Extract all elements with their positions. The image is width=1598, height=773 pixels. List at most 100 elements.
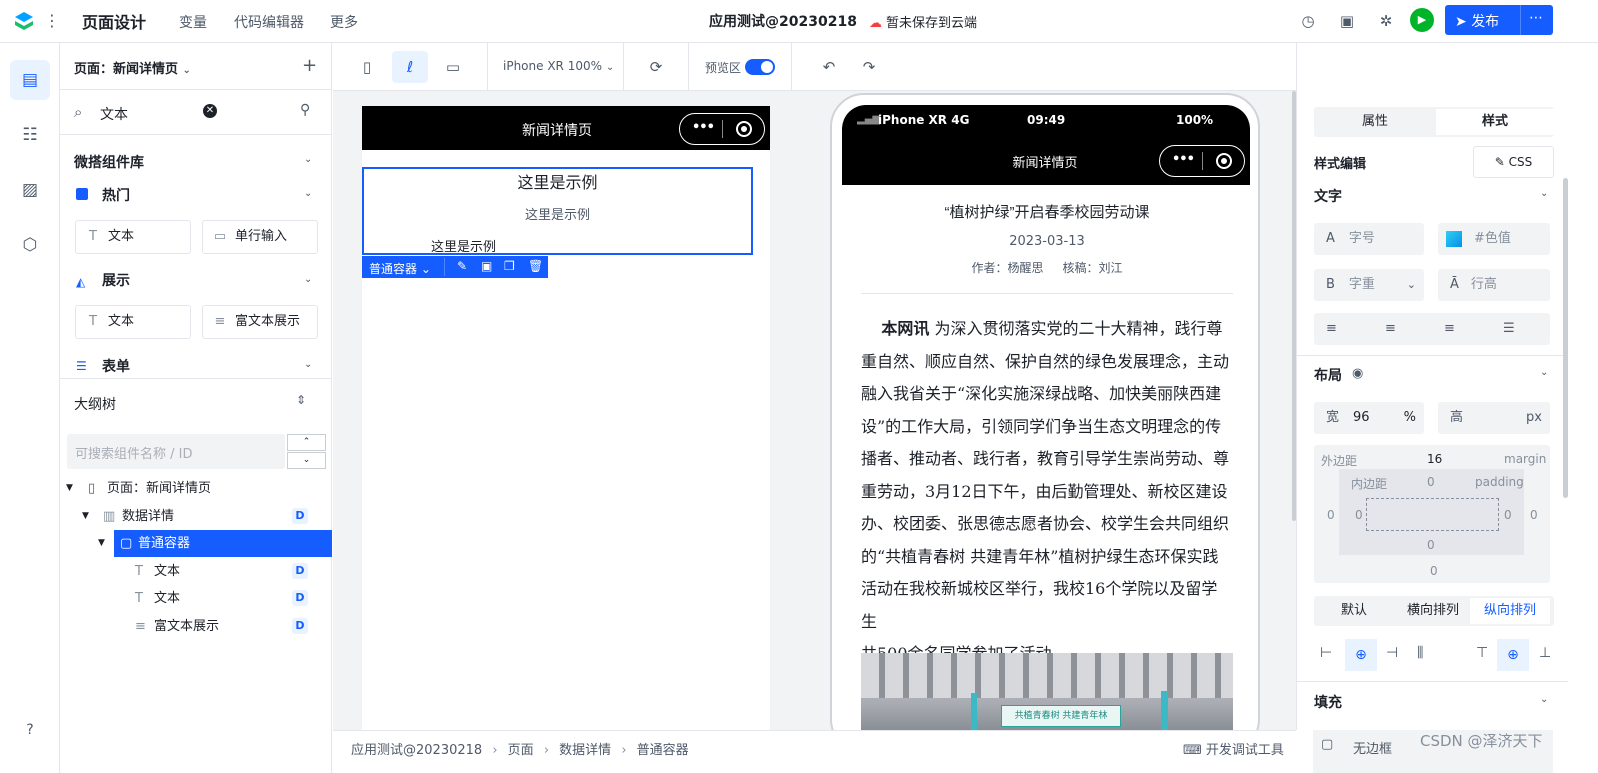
text-section-title[interactable]: 文字 [1314, 186, 1342, 206]
align-center-icon[interactable]: ≡ [1385, 313, 1396, 345]
section-display[interactable]: 展示 [102, 270, 130, 290]
breadcrumb-data-detail[interactable]: 数据详情 [559, 743, 611, 758]
breadcrumb-app[interactable]: 应用测试@20230218 [351, 743, 482, 758]
more-menu-icon[interactable]: ⋮ [44, 11, 60, 31]
breadcrumb-page[interactable]: 页面 [508, 743, 534, 758]
image-icon[interactable]: ▨ [10, 170, 50, 210]
prev-match-icon[interactable]: ⌃ [287, 434, 326, 451]
debug-bug-icon[interactable]: ✲ [1375, 10, 1397, 32]
run-preview-button[interactable]: ▶ [1410, 8, 1434, 32]
align-end-icon[interactable]: ⊣ [1386, 645, 1398, 661]
library-title[interactable]: 微搭组件库 [74, 152, 144, 172]
database-icon[interactable]: ☷ [10, 115, 50, 155]
font-weight-select[interactable]: B 字重 ⌄ [1314, 269, 1424, 301]
tree-node-data-detail[interactable]: ▼ ▥ 数据详情 D [60, 503, 332, 530]
fill-section-title[interactable]: 填充 [1314, 692, 1342, 712]
layout-section-title[interactable]: 布局 [1314, 365, 1342, 385]
font-size-field[interactable]: A 字号 [1314, 223, 1424, 255]
color-swatch[interactable] [1446, 230, 1462, 247]
tree-node-container[interactable]: ▢ 普通容器 [114, 530, 332, 557]
eye-icon[interactable]: ◉ [1352, 366, 1363, 381]
publish-more-icon[interactable]: ⋯ [1529, 10, 1543, 26]
width-field[interactable]: 宽 96% [1314, 402, 1424, 434]
align-left-icon[interactable]: ≡ [1326, 313, 1337, 345]
padding-top-value[interactable]: 0 [1427, 475, 1435, 489]
mobile-view-icon[interactable]: ▯ [349, 51, 385, 83]
layout-chevron-icon[interactable]: ⌄ [1540, 367, 1548, 378]
tree-node-text-2[interactable]: T 文本 D [60, 585, 332, 612]
page-select[interactable]: 页面：新闻详情页 ⌄ [74, 58, 191, 77]
tab-properties[interactable]: 属性 [1316, 109, 1434, 135]
component-richtext[interactable]: ≡ 富文本展示 [202, 305, 318, 339]
component-text[interactable]: T 文本 [75, 220, 191, 254]
tab-style[interactable]: 样式 [1436, 109, 1554, 135]
next-match-icon[interactable]: ⌄ [287, 452, 326, 469]
save-component-icon[interactable]: ▣ [481, 259, 492, 273]
align-right-icon[interactable]: ≡ [1444, 313, 1455, 345]
tree-node-richtext[interactable]: ≡ 富文本展示 D [60, 613, 332, 640]
height-field[interactable]: 高 px [1438, 402, 1550, 434]
hot-chevron-icon[interactable]: ⌄ [304, 188, 312, 199]
justify-end-icon[interactable]: ⊥ [1539, 645, 1551, 661]
justify-start-icon[interactable]: ⊤ [1476, 645, 1488, 661]
tree-node-page[interactable]: ▼ ▯ 页面：新闻详情页 [60, 475, 332, 502]
preview-toggle[interactable] [745, 59, 775, 75]
section-form[interactable]: 表单 [102, 356, 130, 376]
color-field[interactable]: #色值 [1438, 223, 1550, 255]
fill-chevron-icon[interactable]: ⌄ [1540, 694, 1548, 705]
align-center-icon[interactable]: ⊕ [1345, 639, 1377, 671]
device-select[interactable]: iPhone XR 100% ⌄ [503, 59, 614, 73]
components-icon[interactable]: ▤ [10, 60, 50, 100]
padding-bottom-value[interactable]: 0 [1427, 538, 1435, 552]
margin-left-value[interactable]: 0 [1327, 508, 1335, 522]
padding-right-value[interactable]: 0 [1504, 508, 1512, 522]
save-icon[interactable]: ▣ [1336, 10, 1358, 32]
dir-default[interactable]: 默认 [1341, 596, 1367, 626]
selected-container[interactable]: 这里是示例 这里是示例 这里是示例 [362, 167, 753, 255]
margin-right-value[interactable]: 0 [1530, 508, 1538, 522]
nav-variables[interactable]: 变量 [179, 12, 207, 32]
desktop-view-icon[interactable]: ▭ [435, 51, 471, 83]
app-logo[interactable] [12, 9, 36, 33]
component-text-display[interactable]: T 文本 [75, 305, 191, 339]
align-start-icon[interactable]: ⊢ [1320, 645, 1332, 661]
padding-left-value[interactable]: 0 [1355, 508, 1363, 522]
help-icon[interactable]: ? [10, 710, 50, 750]
dir-vertical[interactable]: 纵向排列 [1470, 598, 1550, 624]
tree-node-text-1[interactable]: T 文本 D [60, 558, 332, 585]
component-filter-icon[interactable]: ⚲ [300, 102, 310, 118]
margin-bottom-value[interactable]: 0 [1430, 564, 1438, 578]
refresh-icon[interactable]: ⟳ [638, 51, 674, 83]
css-button[interactable]: ✎ CSS [1473, 146, 1554, 178]
dir-horizontal[interactable]: 横向排列 [1407, 596, 1459, 626]
delete-icon[interactable]: 🗑 [528, 259, 543, 273]
align-stretch-icon[interactable]: ⫼ [1417, 645, 1423, 661]
miniprogram-view-icon[interactable]: ℓ [392, 51, 428, 83]
settings-hexagon-icon[interactable]: ⬡ [10, 225, 50, 265]
add-page-icon[interactable]: + [302, 55, 317, 76]
clear-search-icon[interactable]: ✕ [203, 104, 217, 118]
collapse-toggle-icon[interactable]: ⇕ [296, 393, 306, 407]
nav-more[interactable]: 更多 [330, 12, 358, 32]
display-chevron-icon[interactable]: ⌄ [304, 274, 312, 285]
component-single-input[interactable]: ▭ 单行输入 [202, 220, 318, 254]
sample-text-small[interactable]: 这里是示例 [364, 204, 751, 223]
copy-icon[interactable]: ❐ [504, 259, 515, 273]
search-input[interactable]: 文本 [100, 104, 128, 124]
sample-text-left[interactable]: 这里是示例 [431, 236, 496, 255]
history-icon[interactable]: ◷ [1297, 10, 1319, 32]
edit-icon[interactable]: ✎ [457, 259, 467, 273]
library-chevron-icon[interactable]: ⌄ [304, 154, 312, 165]
nav-code-editor[interactable]: 代码编辑器 [234, 12, 304, 32]
dev-tools-button[interactable]: ⌨ 开发调试工具 [1183, 739, 1284, 758]
right-panel-scrollbar[interactable] [1563, 178, 1568, 498]
line-height-field[interactable]: Ā 行高 [1438, 269, 1550, 301]
redo-icon[interactable]: ↷ [851, 51, 887, 83]
container-type-select[interactable]: 普通容器 ⌄ [369, 260, 431, 277]
align-justify-icon[interactable]: ☰ [1503, 313, 1515, 345]
margin-top-value[interactable]: 16 [1427, 452, 1442, 466]
sample-text-large[interactable]: 这里是示例 [364, 169, 751, 193]
justify-center-icon[interactable]: ⊕ [1497, 639, 1529, 671]
text-chevron-icon[interactable]: ⌄ [1540, 188, 1548, 199]
publish-button[interactable]: ➤ 发布 ⋯ [1445, 5, 1553, 35]
